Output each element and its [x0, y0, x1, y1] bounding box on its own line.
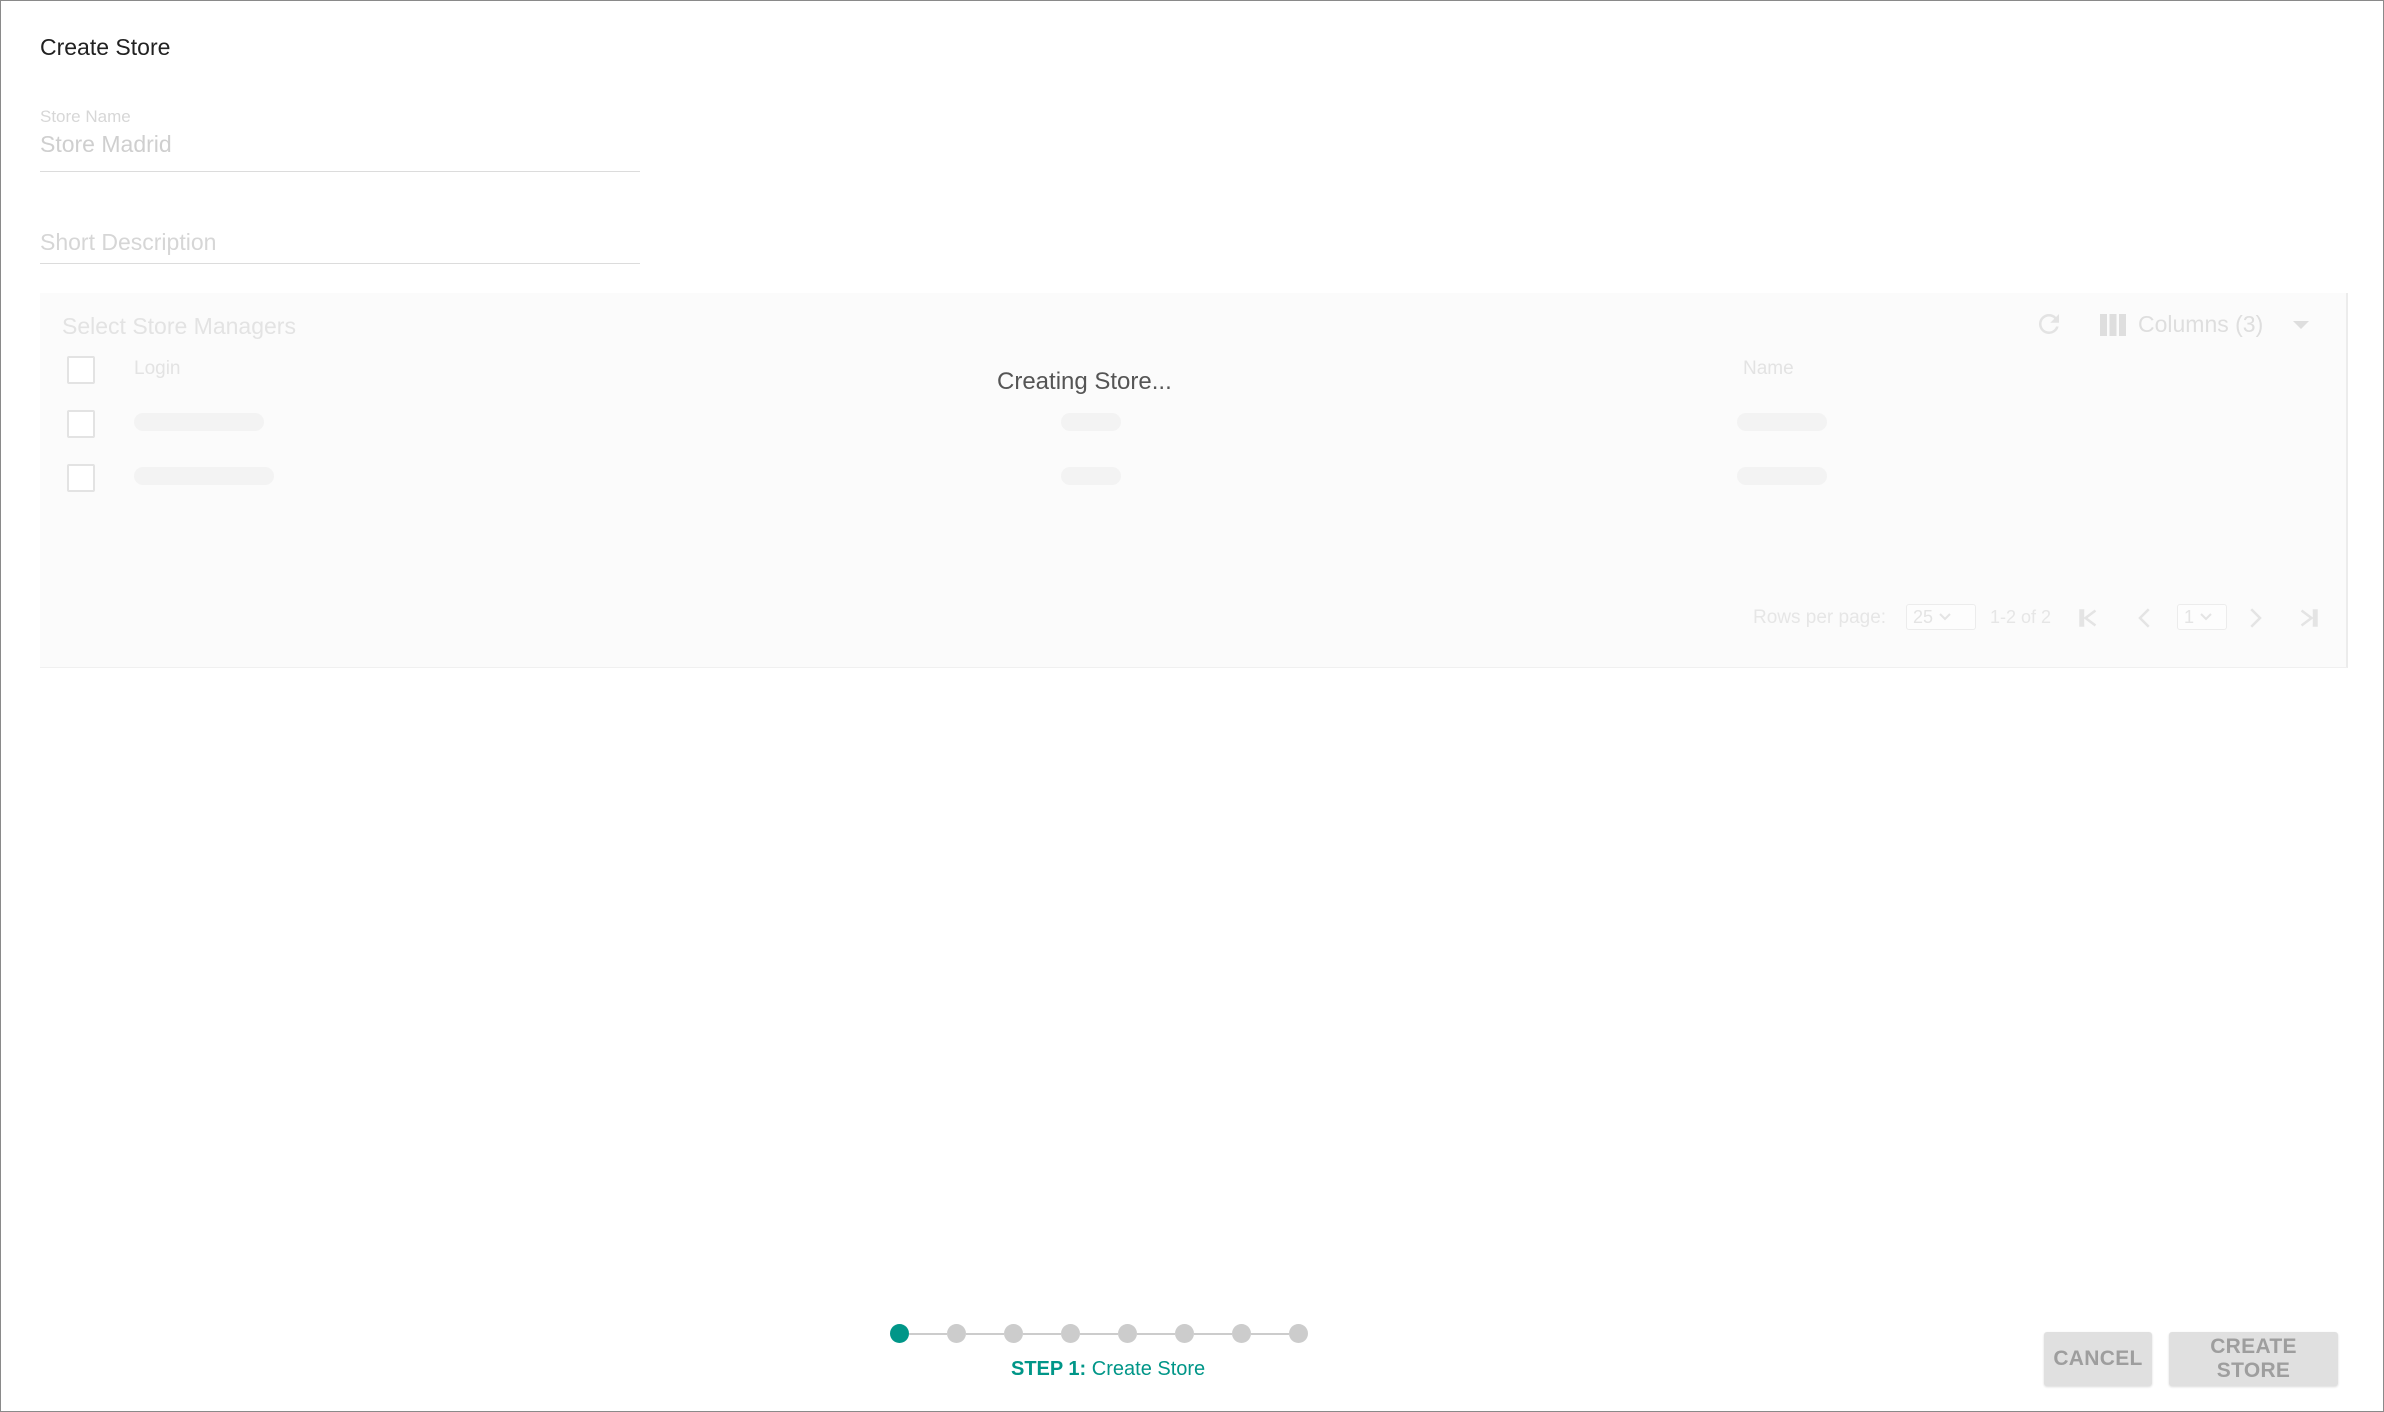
pagination-range: 1-2 of 2 — [1990, 607, 2052, 627]
stepper-connector — [966, 1333, 1004, 1335]
store-name-label: Store Name — [40, 107, 131, 126]
page-select[interactable]: 1 — [2177, 604, 2227, 630]
first-page-icon[interactable] — [2073, 603, 2103, 633]
refresh-icon[interactable] — [2034, 309, 2064, 339]
select-all-checkbox[interactable] — [67, 356, 95, 384]
row-cell-login — [134, 467, 274, 485]
stepper-connector — [1080, 1333, 1118, 1335]
chevron-down-icon — [1939, 613, 1951, 621]
last-page-icon[interactable] — [2294, 603, 2324, 633]
prev-page-icon[interactable] — [2130, 603, 2160, 633]
stepper-connector — [909, 1333, 947, 1335]
store-name-value: Store Madrid — [40, 131, 172, 157]
row-cell-middle — [1061, 413, 1121, 431]
stepper-connector — [1194, 1333, 1232, 1335]
step-prefix: STEP 1: — [1011, 1358, 1087, 1380]
step-dot-8 — [1289, 1324, 1308, 1343]
row-cell-middle — [1061, 467, 1121, 485]
short-description-placeholder: Short Description — [40, 229, 217, 255]
rows-per-page-select[interactable]: 25 — [1906, 604, 1976, 630]
row-cell-name — [1737, 467, 1827, 485]
step-dot-6 — [1175, 1324, 1194, 1343]
columns-icon — [2100, 313, 2126, 336]
cancel-button[interactable]: CANCEL — [2044, 1332, 2152, 1386]
stepper-connector — [1137, 1333, 1175, 1335]
table-row[interactable] — [40, 395, 2346, 449]
column-header-name[interactable]: Name — [1743, 358, 1794, 380]
store-managers-table: Select Store Managers Columns (3) Login … — [40, 293, 2348, 668]
step-dot-1 — [890, 1324, 909, 1343]
stepper-connector — [1251, 1333, 1289, 1335]
row-checkbox[interactable] — [67, 410, 95, 438]
next-page-icon[interactable] — [2240, 603, 2270, 633]
step-label: STEP 1: Create Store — [1011, 1358, 1205, 1381]
row-cell-name — [1737, 413, 1827, 431]
table-row[interactable] — [40, 449, 2346, 503]
step-dot-5 — [1118, 1324, 1137, 1343]
columns-button[interactable]: Columns (3) — [2100, 311, 2310, 338]
row-checkbox[interactable] — [67, 464, 95, 492]
step-dot-4 — [1061, 1324, 1080, 1343]
dialog-title: Create Store — [40, 34, 171, 60]
create-store-dialog: Create Store Store Name Store Madrid Sho… — [0, 0, 2384, 1412]
step-dot-7 — [1232, 1324, 1251, 1343]
step-dot-2 — [947, 1324, 966, 1343]
store-name-field[interactable]: Store Name Store Madrid — [40, 107, 640, 172]
stepper-connector — [1023, 1333, 1061, 1335]
page-select-value: 1 — [2184, 606, 2195, 627]
rows-per-page-label: Rows per page: — [1753, 607, 1887, 628]
chevron-down-icon — [2293, 320, 2310, 329]
stepper — [890, 1322, 1314, 1346]
table-pagination: Rows per page: 25 1-2 of 2 1 — [40, 603, 2346, 633]
row-cell-login — [134, 413, 264, 431]
loading-message: Creating Store... — [997, 368, 1172, 395]
table-header-row: Login Name — [40, 341, 2346, 395]
managers-table-title: Select Store Managers — [62, 313, 296, 339]
create-store-button[interactable]: CREATE STORE — [2169, 1332, 2338, 1386]
columns-label: Columns (3) — [2138, 311, 2264, 337]
step-name: Create Store — [1091, 1358, 1206, 1380]
short-description-field[interactable]: Short Description — [40, 229, 640, 264]
rows-per-page-value: 25 — [1913, 606, 1934, 627]
column-header-login[interactable]: Login — [134, 358, 181, 380]
step-dot-3 — [1004, 1324, 1023, 1343]
chevron-down-icon — [2200, 613, 2212, 621]
